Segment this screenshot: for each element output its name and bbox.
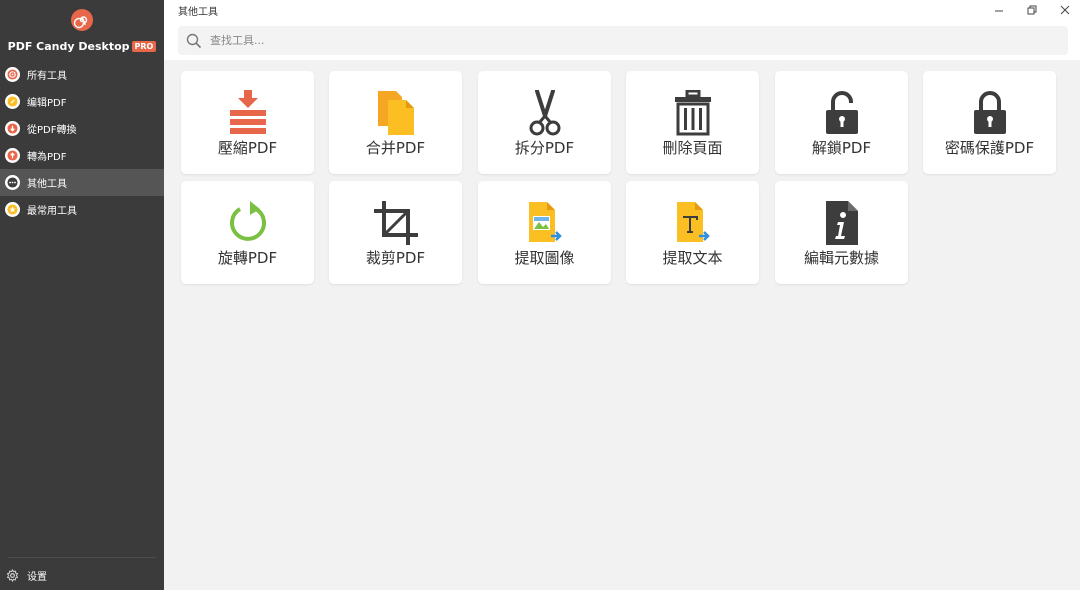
tool-extract-images[interactable]: 提取圖像	[478, 181, 611, 284]
close-icon	[1060, 5, 1070, 15]
tool-split-pdf[interactable]: 拆分PDF	[478, 71, 611, 174]
tool-extract-text[interactable]: 提取文本	[626, 181, 759, 284]
search-input[interactable]	[208, 33, 1012, 48]
lock-icon	[973, 91, 1006, 134]
tool-label: 旋轉PDF	[217, 249, 278, 267]
arrow-down-icon	[5, 121, 20, 136]
sidebar-item-other-tools[interactable]: 其他工具	[0, 169, 164, 196]
restore-icon	[1027, 5, 1037, 15]
sidebar-nav: 所有工具 编辑PDF 從PDF轉換 轉為PDF 其他工具 最常用工具	[0, 61, 164, 223]
settings-label: 设置	[27, 572, 47, 583]
arrow-up-icon	[5, 148, 20, 163]
tool-rotate-pdf[interactable]: 旋轉PDF	[181, 181, 314, 284]
window-title: 其他工具	[178, 7, 218, 18]
tool-label: 壓縮PDF	[217, 139, 278, 157]
gear-icon	[6, 569, 19, 582]
pro-badge: PRO	[131, 41, 157, 52]
settings-button[interactable]: 设置	[6, 568, 47, 583]
app-title: PDF Candy Desktop PRO	[0, 40, 164, 53]
tool-label: 提取文本	[662, 249, 723, 267]
sidebar-item-label: 所有工具	[27, 71, 67, 82]
restore-button[interactable]	[1023, 2, 1041, 18]
tool-label: 拆分PDF	[514, 139, 575, 157]
extract-text-icon	[676, 202, 710, 242]
tool-label: 刪除頁面	[662, 139, 723, 157]
minimize-button[interactable]	[990, 2, 1008, 18]
app-logo	[0, 8, 164, 36]
tool-label: 解鎖PDF	[811, 139, 872, 157]
sidebar-item-label: 從PDF轉換	[27, 125, 77, 136]
candy-logo-icon	[71, 9, 93, 31]
minimize-icon	[995, 10, 1003, 12]
tool-delete-pages[interactable]: 刪除頁面	[626, 71, 759, 174]
pencil-icon	[5, 94, 20, 109]
tool-unlock-pdf[interactable]: 解鎖PDF	[775, 71, 908, 174]
sidebar-item-convert-from-pdf[interactable]: 從PDF轉換	[0, 115, 164, 142]
title-bar: 其他工具	[164, 0, 1080, 22]
sidebar-item-label: 最常用工具	[27, 206, 77, 217]
app-name: PDF Candy Desktop	[7, 40, 130, 53]
tool-label: 提取圖像	[514, 249, 575, 267]
more-dots-icon	[5, 175, 20, 190]
tool-merge-pdf[interactable]: 合并PDF	[329, 71, 462, 174]
star-icon	[5, 202, 20, 217]
tool-crop-pdf[interactable]: 裁剪PDF	[329, 181, 462, 284]
search-icon	[186, 33, 202, 48]
tool-label: 裁剪PDF	[365, 249, 426, 267]
compress-icon	[229, 90, 266, 134]
trash-icon	[674, 90, 711, 136]
rotate-icon	[229, 201, 266, 241]
spiral-icon	[5, 67, 20, 82]
sidebar-item-label: 编辑PDF	[27, 98, 67, 109]
merge-icon	[377, 91, 414, 135]
main-content: 其他工具 查找工具... 壓縮PDF 合并PDF 拆分PDF 刪除頁面 解鎖PD…	[164, 0, 1080, 590]
crop-icon	[373, 201, 418, 245]
scissors-icon	[529, 90, 560, 136]
sidebar-divider	[8, 557, 156, 558]
metadata-icon	[825, 201, 858, 245]
sidebar-item-label: 其他工具	[27, 179, 67, 190]
sidebar-item-convert-to-pdf[interactable]: 轉為PDF	[0, 142, 164, 169]
unlock-icon	[825, 91, 858, 134]
sidebar-item-label: 轉為PDF	[27, 152, 67, 163]
sidebar-item-edit-pdf[interactable]: 编辑PDF	[0, 88, 164, 115]
search-box[interactable]	[178, 26, 1068, 55]
close-button[interactable]	[1056, 2, 1074, 18]
tool-compress-pdf[interactable]: 壓縮PDF	[181, 71, 314, 174]
tool-label: 合并PDF	[365, 139, 426, 157]
sidebar: PDF Candy Desktop PRO 所有工具 编辑PDF 從PDF轉換 轉…	[0, 0, 164, 590]
tool-password-protect-pdf[interactable]: 密碼保護PDF	[923, 71, 1056, 174]
tool-label: 密碼保護PDF	[944, 139, 1035, 157]
tool-label: 編輯元數據	[803, 249, 879, 267]
sidebar-item-most-used[interactable]: 最常用工具	[0, 196, 164, 223]
extract-image-icon	[528, 202, 562, 242]
sidebar-item-all-tools[interactable]: 所有工具	[0, 61, 164, 88]
tool-edit-metadata[interactable]: 編輯元數據	[775, 181, 908, 284]
